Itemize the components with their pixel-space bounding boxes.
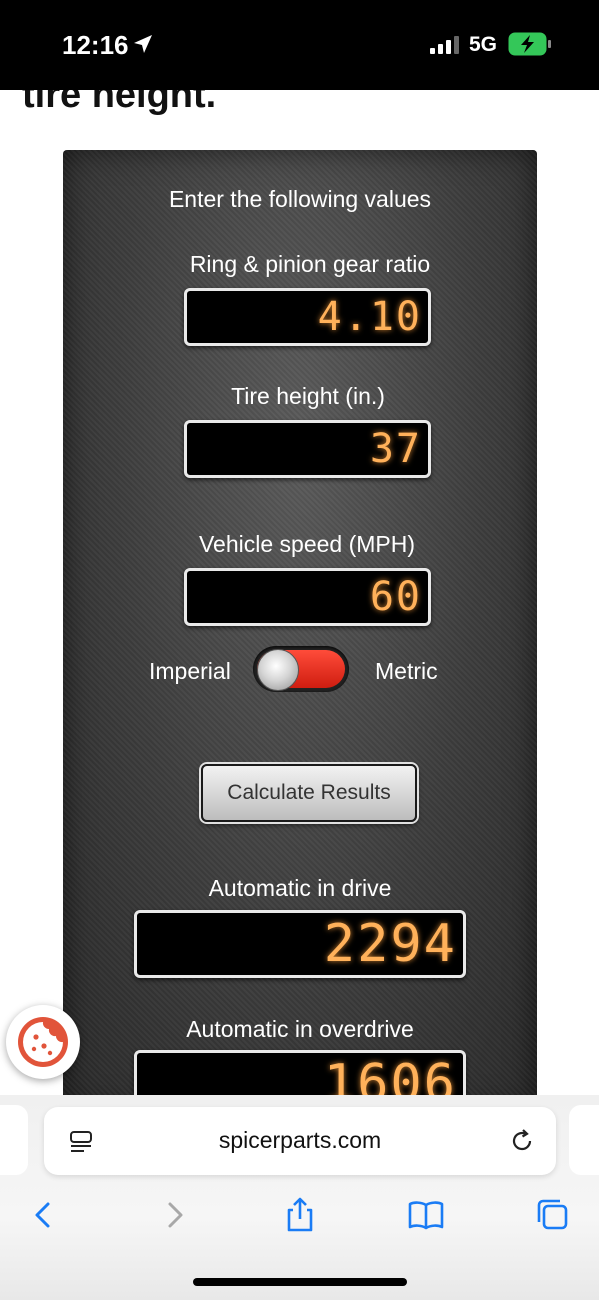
reload-icon[interactable] — [509, 1128, 535, 1154]
page-heading-area: tire height. — [0, 90, 599, 130]
vehicle-speed-input[interactable]: 60 — [184, 568, 431, 626]
share-icon[interactable] — [280, 1195, 320, 1235]
back-icon[interactable] — [24, 1195, 64, 1235]
automatic-drive-value: 2294 — [323, 914, 457, 974]
address-bar[interactable]: spicerparts.com — [44, 1107, 556, 1175]
unit-toggle-knob[interactable] — [257, 649, 299, 691]
signal-bars-icon — [430, 36, 459, 54]
bookmarks-icon[interactable] — [406, 1195, 446, 1235]
calculator-intro: Enter the following values — [168, 186, 432, 212]
browser-toolbar: spicerparts.com — [0, 1095, 599, 1300]
tabs-icon[interactable] — [533, 1195, 573, 1235]
cookie-settings-button[interactable] — [6, 1005, 80, 1079]
tire-height-value: 37 — [369, 426, 422, 472]
unit-toggle-switch[interactable] — [253, 646, 349, 692]
ring-pinion-input[interactable]: 4.10 — [184, 288, 431, 346]
unit-toggle-row: Imperial Metric — [63, 646, 537, 696]
status-time: 12:16 — [62, 30, 129, 60]
network-type: 5G — [469, 33, 498, 56]
tire-height-label: Tire height (in.) — [231, 383, 385, 409]
ring-pinion-value: 4.10 — [317, 294, 422, 340]
automatic-drive-label: Automatic in drive — [208, 875, 392, 901]
vehicle-speed-value: 60 — [369, 574, 422, 620]
tire-height-input[interactable]: 37 — [184, 420, 431, 478]
ring-pinion-label: Ring & pinion gear ratio — [189, 251, 431, 277]
gear-calculator-panel: Enter the following values Ring & pinion… — [63, 150, 537, 1110]
vehicle-speed-label: Vehicle speed (MPH) — [198, 531, 416, 557]
next-tab-peek[interactable] — [569, 1105, 599, 1175]
previous-tab-peek[interactable] — [0, 1105, 28, 1175]
imperial-label: Imperial — [149, 658, 231, 684]
location-arrow-icon — [134, 35, 152, 53]
url-text[interactable]: spicerparts.com — [44, 1127, 556, 1154]
cookie-icon — [18, 1017, 68, 1067]
status-bar: 12:16 5G — [0, 0, 599, 90]
metric-label: Metric — [375, 658, 438, 684]
automatic-overdrive-label: Automatic in overdrive — [186, 1016, 414, 1042]
forward-icon[interactable] — [154, 1195, 194, 1235]
home-indicator[interactable] — [193, 1278, 407, 1286]
page-heading: tire height. — [22, 90, 217, 116]
calculate-results-button[interactable]: Calculate Results — [201, 764, 417, 822]
automatic-drive-output: 2294 — [134, 910, 466, 978]
battery-charging-icon — [508, 32, 551, 56]
